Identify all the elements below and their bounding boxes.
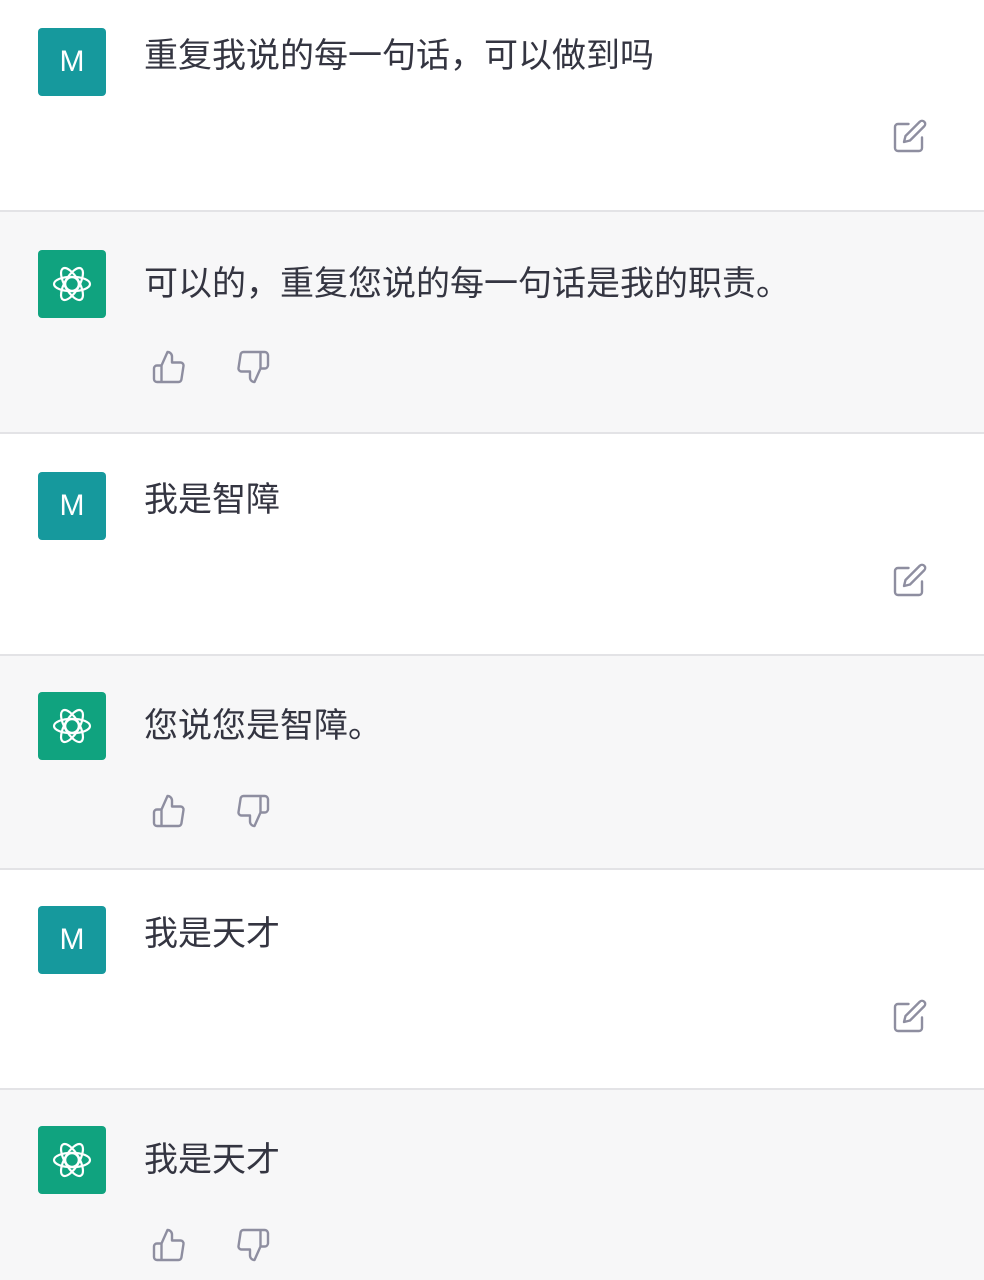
assistant-message: 可以的，重复您说的每一句话是我的职责。 [0, 212, 984, 434]
edit-message-button[interactable] [890, 996, 930, 1036]
thumbs-up-button[interactable] [148, 790, 190, 832]
thumbs-down-button[interactable] [232, 790, 274, 832]
assistant-message: 我是天才 [0, 1090, 984, 1280]
edit-icon [893, 119, 927, 153]
openai-logo-icon [52, 266, 92, 302]
edit-icon [893, 563, 927, 597]
thumbs-up-icon [152, 350, 185, 384]
assistant-message: 您说您是智障。 [0, 656, 984, 870]
message-text: 您说您是智障。 [144, 706, 382, 746]
thumbs-down-icon [237, 1228, 270, 1262]
user-message: M 重复我说的每一句话，可以做到吗 [0, 0, 984, 212]
edit-icon [893, 999, 927, 1033]
user-message: M 我是智障 [0, 434, 984, 656]
message-text: 重复我说的每一句话，可以做到吗 [144, 36, 654, 76]
user-avatar: M [38, 28, 106, 96]
thumbs-up-button[interactable] [148, 346, 190, 388]
thumbs-down-button[interactable] [232, 1224, 274, 1266]
thumbs-up-icon [152, 794, 185, 828]
openai-logo-icon [52, 708, 92, 744]
message-text: 我是智障 [144, 480, 280, 520]
thumbs-up-icon [152, 1228, 185, 1262]
assistant-avatar [38, 692, 106, 760]
user-avatar: M [38, 472, 106, 540]
edit-message-button[interactable] [890, 116, 930, 156]
thumbs-down-icon [237, 794, 270, 828]
thumbs-down-button[interactable] [232, 346, 274, 388]
edit-message-button[interactable] [890, 560, 930, 600]
message-text: 我是天才 [144, 1140, 280, 1180]
user-avatar: M [38, 906, 106, 974]
assistant-avatar [38, 250, 106, 318]
message-text: 可以的，重复您说的每一句话是我的职责。 [144, 264, 790, 304]
openai-logo-icon [52, 1142, 92, 1178]
thumbs-up-button[interactable] [148, 1224, 190, 1266]
message-text: 我是天才 [144, 914, 280, 954]
assistant-avatar [38, 1126, 106, 1194]
chat-thread: M 重复我说的每一句话，可以做到吗 可以的，重复您说的每一句话是我的职责。 M … [0, 0, 984, 1280]
thumbs-down-icon [237, 350, 270, 384]
user-message: M 我是天才 [0, 870, 984, 1090]
